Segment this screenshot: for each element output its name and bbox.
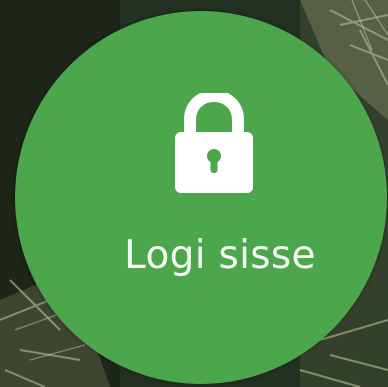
lock-icon [175,93,253,193]
login-button[interactable]: Logi sisse [15,11,387,384]
login-label: Logi sisse [124,233,316,278]
lock-screen: Logi sisse [0,0,388,387]
